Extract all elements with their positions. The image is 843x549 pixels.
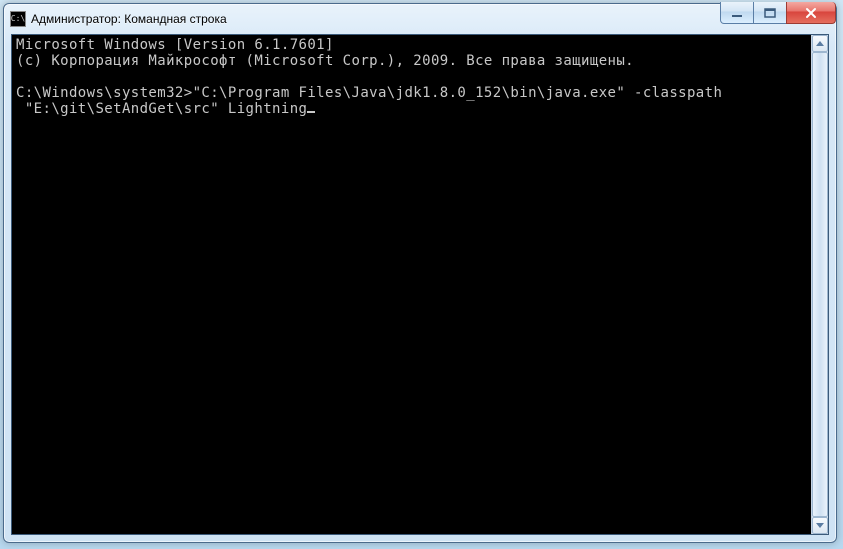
- close-icon: [804, 7, 818, 19]
- titlebar[interactable]: C:\ Администратор: Командная строка: [4, 4, 836, 34]
- close-button[interactable]: [786, 2, 836, 24]
- terminal-line: Microsoft Windows [Version 6.1.7601]: [16, 37, 811, 53]
- maximize-button[interactable]: [753, 2, 787, 24]
- scrollbar-track[interactable]: [812, 52, 828, 517]
- cmd-icon: C:\: [10, 11, 26, 27]
- terminal-blank-line: [16, 69, 811, 85]
- terminal-output[interactable]: Microsoft Windows [Version 6.1.7601] (c)…: [12, 35, 811, 534]
- scroll-down-button[interactable]: [812, 517, 828, 534]
- text-cursor: [307, 101, 315, 113]
- minimize-icon: [731, 8, 743, 18]
- cmd-window: C:\ Администратор: Командная строка Micr…: [3, 3, 837, 543]
- client-area: Microsoft Windows [Version 6.1.7601] (c)…: [11, 34, 829, 535]
- scrollbar-thumb[interactable]: [812, 52, 828, 517]
- terminal-line-text: "E:\git\SetAndGet\src" Lightning: [16, 101, 307, 117]
- window-controls: [721, 2, 836, 24]
- window-title: Администратор: Командная строка: [31, 12, 834, 26]
- maximize-icon: [764, 8, 776, 18]
- terminal-line: "E:\git\SetAndGet\src" Lightning: [16, 101, 811, 117]
- scroll-up-button[interactable]: [812, 35, 828, 52]
- vertical-scrollbar[interactable]: [811, 35, 828, 534]
- minimize-button[interactable]: [720, 2, 754, 24]
- chevron-down-icon: [816, 523, 824, 528]
- terminal-line: C:\Windows\system32>"C:\Program Files\Ja…: [16, 85, 811, 101]
- desktop-background: C:\ Администратор: Командная строка Micr…: [0, 0, 843, 549]
- terminal-line: (c) Корпорация Майкрософт (Microsoft Cor…: [16, 53, 811, 69]
- chevron-up-icon: [816, 41, 824, 46]
